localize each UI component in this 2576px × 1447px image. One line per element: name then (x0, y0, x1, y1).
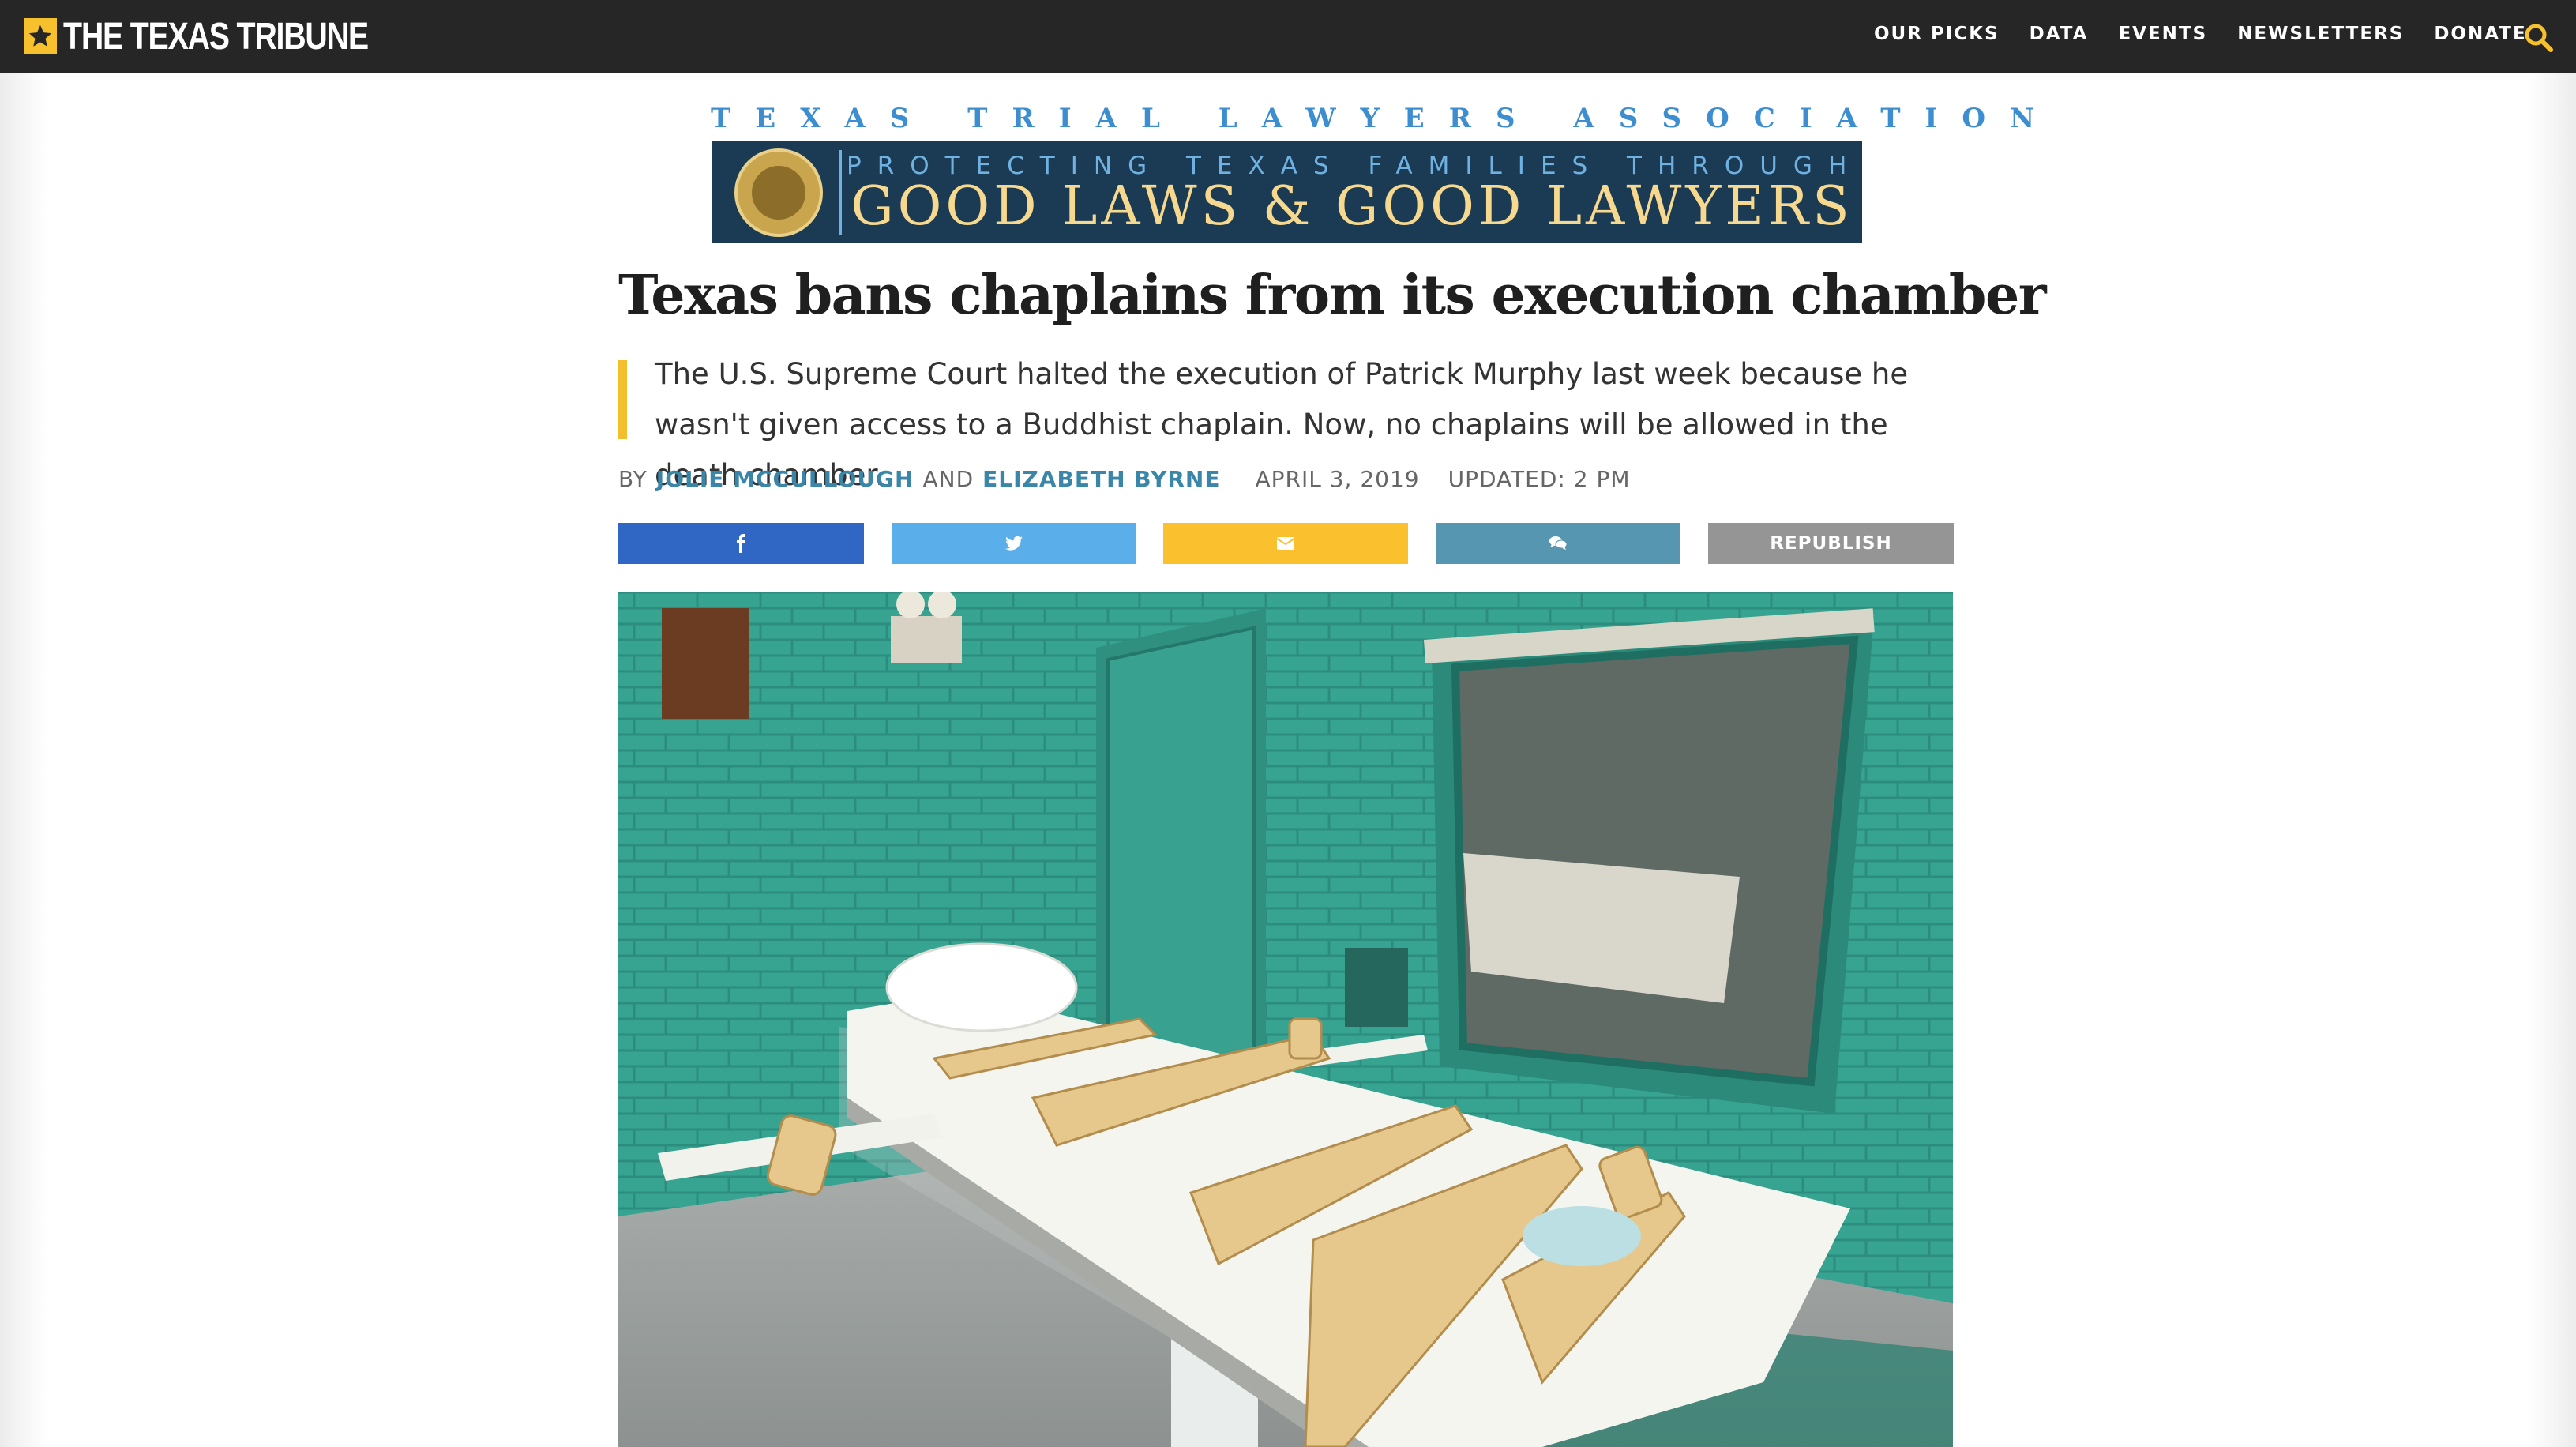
left-edge-shadow (0, 73, 47, 1447)
share-email-button[interactable] (1163, 523, 1408, 564)
top-navigation-bar: THE TEXAS TRIBUNE OUR PICKS DATA EVENTS … (0, 0, 2576, 73)
twitter-icon (1004, 536, 1023, 551)
star-icon (24, 18, 57, 54)
nav-item-donate[interactable]: DONATE (2434, 24, 2526, 44)
main-nav: OUR PICKS DATA EVENTS NEWSLETTERS DONATE (1874, 24, 2557, 44)
republish-button[interactable]: REPUBLISH (1708, 523, 1954, 564)
ad-banner[interactable]: TEXAS TRIAL LAWYERS ASSOCIATION PROTECTI… (711, 103, 2060, 245)
nav-item-newsletters[interactable]: NEWSLETTERS (2237, 24, 2404, 44)
byline: BY JOLIE MCCULLOUGH AND ELIZABETH BYRNE … (618, 466, 1630, 492)
share-facebook-button[interactable] (618, 523, 864, 564)
ad-org-name: TEXAS TRIAL LAWYERS ASSOCIATION (711, 103, 2060, 134)
comments-icon (1549, 536, 1568, 550)
share-comments-button[interactable] (1436, 523, 1680, 564)
publish-date: APRIL 3, 2019 (1255, 466, 1420, 492)
envelope-icon (1276, 537, 1295, 550)
site-logo-text: THE TEXAS TRIBUNE (63, 15, 369, 58)
ad-divider (839, 150, 842, 235)
share-twitter-button[interactable] (892, 523, 1136, 564)
site-logo[interactable]: THE TEXAS TRIBUNE (24, 15, 435, 58)
author-link-2[interactable]: ELIZABETH BYRNE (982, 466, 1220, 492)
facebook-icon (736, 534, 745, 553)
article-photo[interactable] (618, 592, 1953, 1447)
ad-panel: PROTECTING TEXAS FAMILIES THROUGH GOOD L… (712, 141, 1862, 243)
author-link-1[interactable]: JOLIE MCCULLOUGH (656, 466, 914, 492)
nav-item-our-picks[interactable]: OUR PICKS (1874, 24, 2000, 44)
right-edge-shadow (2529, 73, 2576, 1447)
article-headline: Texas bans chaplains from its execution … (618, 264, 2047, 327)
execution-chamber-photo (618, 592, 1953, 1447)
byline-conjunction: AND (922, 466, 974, 492)
updated-time: UPDATED: 2 PM (1448, 466, 1631, 492)
ad-seal-logo (734, 148, 823, 237)
nav-item-events[interactable]: EVENTS (2118, 24, 2207, 44)
byline-prefix: BY (618, 466, 648, 492)
search-icon[interactable] (2523, 22, 2555, 54)
nav-item-data[interactable]: DATA (2030, 24, 2089, 44)
ad-slogan: GOOD LAWS & GOOD LAWYERS (851, 175, 1853, 238)
article-summary: The U.S. Supreme Court halted the execut… (618, 357, 1953, 492)
page: THE TEXAS TRIBUNE OUR PICKS DATA EVENTS … (0, 0, 2576, 1447)
